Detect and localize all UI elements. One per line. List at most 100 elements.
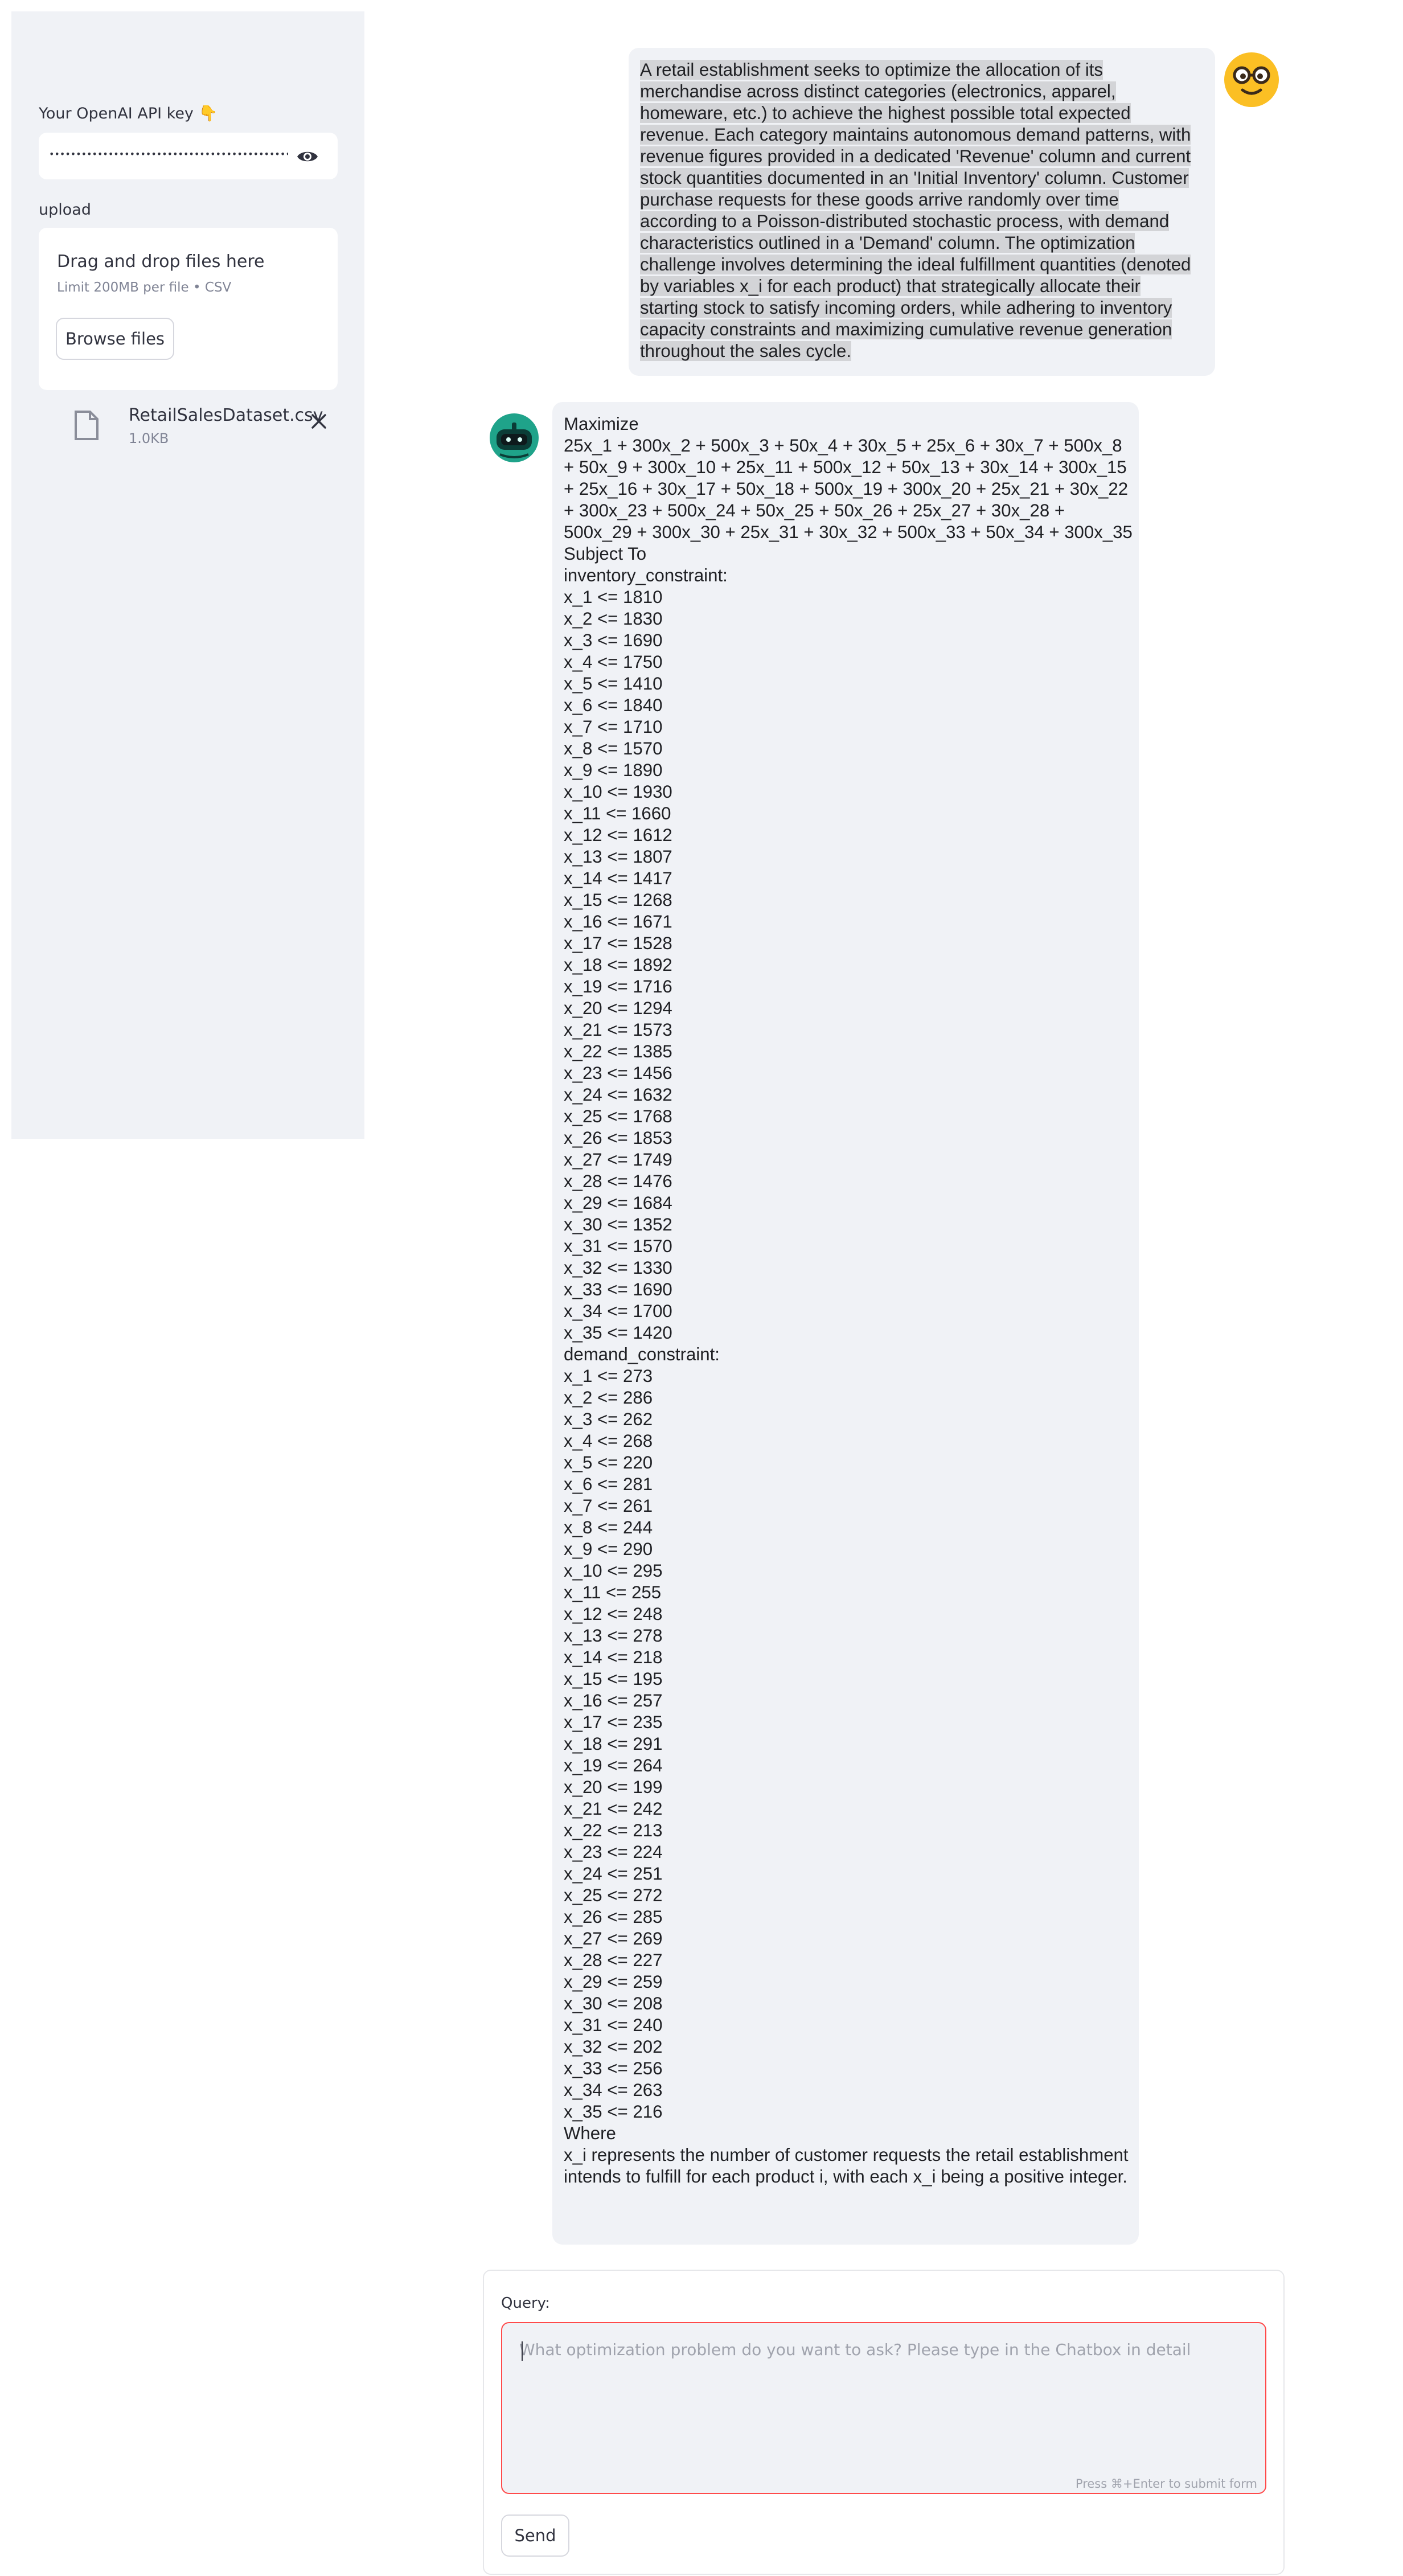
assistant-line: x_22 <= 1385	[564, 1041, 672, 1061]
assistant-line: x_4 <= 268	[564, 1431, 653, 1451]
assistant-line: x_25 <= 1768	[564, 1106, 672, 1126]
assistant-line: x_28 <= 1476	[564, 1171, 672, 1191]
user-avatar-icon	[1224, 52, 1279, 107]
assistant-line: x_5 <= 1410	[564, 674, 663, 694]
query-form: Query: Press ⌘+Enter to submit form Send	[483, 2270, 1285, 2575]
assistant-line: x_21 <= 242	[564, 1799, 663, 1819]
query-input-box[interactable]: Press ⌘+Enter to submit form	[501, 2322, 1266, 2494]
browse-files-button[interactable]: Browse files	[56, 318, 174, 360]
assistant-line: x_5 <= 220	[564, 1453, 653, 1472]
assistant-message: Maximize 25x_1 + 300x_2 + 500x_3 + 50x_4 …	[552, 402, 1139, 2245]
assistant-line: demand_constraint:	[564, 1344, 720, 1364]
assistant-line: x_34 <= 1700	[564, 1301, 672, 1321]
api-key-value: ••••••••••••••••••••••••••••••••••••••••…	[49, 149, 288, 159]
bot-avatar-icon	[490, 413, 539, 462]
query-label: Query:	[501, 2295, 550, 2312]
assistant-line: x_13 <= 278	[564, 1626, 663, 1646]
upload-label: upload	[39, 201, 91, 219]
user-message-text: A retail establishment seeks to optimize…	[640, 59, 1198, 362]
assistant-line: x_22 <= 213	[564, 1820, 663, 1840]
assistant-line: x_19 <= 264	[564, 1755, 663, 1775]
assistant-line: x_18 <= 291	[564, 1734, 663, 1754]
assistant-line: x_1 <= 273	[564, 1366, 653, 1386]
query-textarea[interactable]	[502, 2323, 1265, 2493]
assistant-line: x_8 <= 1570	[564, 739, 663, 758]
assistant-line: x_20 <= 1294	[564, 998, 672, 1018]
assistant-line: x_15 <= 195	[564, 1669, 663, 1689]
assistant-line: x_23 <= 224	[564, 1842, 663, 1862]
assistant-line: x_21 <= 1573	[564, 1020, 672, 1040]
file-icon	[75, 411, 99, 440]
assistant-line: x_26 <= 1853	[564, 1128, 672, 1148]
submit-hint: Press ⌘+Enter to submit form	[1075, 2477, 1257, 2491]
assistant-line: x_2 <= 286	[564, 1388, 653, 1408]
assistant-line: x_35 <= 216	[564, 2102, 663, 2122]
assistant-line: x_23 <= 1456	[564, 1063, 672, 1083]
assistant-line: x_27 <= 269	[564, 1929, 663, 1949]
assistant-line: 25x_1 + 300x_2 + 500x_3 + 50x_4 + 30x_5 …	[564, 436, 1133, 542]
file-dropzone[interactable]: Drag and drop files here Limit 200MB per…	[39, 228, 338, 390]
assistant-message-text: Maximize 25x_1 + 300x_2 + 500x_3 + 50x_4 …	[564, 413, 1133, 2188]
user-message: A retail establishment seeks to optimize…	[629, 48, 1215, 376]
api-key-label: Your OpenAI API key 👇	[39, 105, 218, 122]
assistant-line: x_6 <= 281	[564, 1474, 653, 1494]
assistant-line: x_14 <= 218	[564, 1647, 663, 1667]
user-message-content: A retail establishment seeks to optimize…	[640, 60, 1191, 361]
assistant-line: x_14 <= 1417	[564, 868, 672, 888]
assistant-line: x_33 <= 256	[564, 2058, 663, 2078]
assistant-line: x_i represents the number of customer re…	[564, 2145, 1134, 2187]
eye-icon[interactable]	[296, 145, 319, 168]
assistant-line: Where	[564, 2123, 616, 2143]
assistant-line: x_19 <= 1716	[564, 977, 672, 996]
close-icon[interactable]	[310, 412, 328, 430]
assistant-line: x_25 <= 272	[564, 1885, 663, 1905]
api-key-input[interactable]: ••••••••••••••••••••••••••••••••••••••••…	[39, 133, 338, 179]
text-caret	[522, 2341, 523, 2361]
assistant-line: x_12 <= 1612	[564, 825, 672, 845]
assistant-line: x_29 <= 259	[564, 1972, 663, 1992]
dropzone-limit: Limit 200MB per file • CSV	[57, 280, 232, 295]
assistant-line: x_16 <= 1671	[564, 912, 672, 932]
assistant-line: x_9 <= 1890	[564, 760, 663, 780]
assistant-line: Maximize	[564, 414, 639, 434]
assistant-line: x_2 <= 1830	[564, 609, 663, 629]
uploaded-file: RetailSalesDataset.csv 1.0KB	[39, 393, 338, 456]
assistant-line: x_29 <= 1684	[564, 1193, 672, 1213]
assistant-line: x_10 <= 1930	[564, 782, 672, 802]
assistant-line: x_16 <= 257	[564, 1691, 663, 1711]
assistant-line: x_27 <= 1749	[564, 1150, 672, 1170]
assistant-line: x_3 <= 1690	[564, 630, 663, 650]
assistant-line: Subject To	[564, 544, 647, 564]
assistant-line: x_7 <= 261	[564, 1496, 653, 1516]
assistant-line: x_3 <= 262	[564, 1409, 653, 1429]
assistant-line: x_11 <= 255	[564, 1582, 662, 1602]
assistant-line: x_34 <= 263	[564, 2080, 663, 2100]
assistant-line: x_17 <= 1528	[564, 933, 672, 953]
assistant-line: x_26 <= 285	[564, 1907, 663, 1927]
assistant-line: x_1 <= 1810	[564, 587, 663, 607]
assistant-line: x_9 <= 290	[564, 1539, 653, 1559]
assistant-line: inventory_constraint:	[564, 565, 728, 585]
assistant-line: x_33 <= 1690	[564, 1279, 672, 1299]
assistant-line: x_18 <= 1892	[564, 955, 672, 975]
file-size: 1.0KB	[129, 430, 169, 446]
send-button[interactable]: Send	[501, 2515, 569, 2557]
dropzone-title: Drag and drop files here	[57, 252, 265, 272]
assistant-line: x_11 <= 1660	[564, 803, 671, 823]
assistant-line: x_4 <= 1750	[564, 652, 663, 672]
assistant-line: x_17 <= 235	[564, 1712, 663, 1732]
assistant-line: x_32 <= 202	[564, 2037, 663, 2057]
assistant-line: x_10 <= 295	[564, 1561, 663, 1581]
assistant-line: x_24 <= 251	[564, 1864, 663, 1884]
assistant-line: x_20 <= 199	[564, 1777, 663, 1797]
assistant-line: x_31 <= 240	[564, 2015, 663, 2035]
assistant-line: x_12 <= 248	[564, 1604, 663, 1624]
assistant-line: x_8 <= 244	[564, 1517, 653, 1537]
assistant-line: x_30 <= 208	[564, 1993, 663, 2013]
assistant-line: x_31 <= 1570	[564, 1236, 672, 1256]
sidebar: Your OpenAI API key 👇 ••••••••••••••••••…	[11, 11, 364, 1139]
assistant-line: x_7 <= 1710	[564, 717, 663, 737]
assistant-line: x_6 <= 1840	[564, 695, 663, 715]
assistant-line: x_30 <= 1352	[564, 1215, 672, 1234]
assistant-line: x_13 <= 1807	[564, 847, 672, 867]
